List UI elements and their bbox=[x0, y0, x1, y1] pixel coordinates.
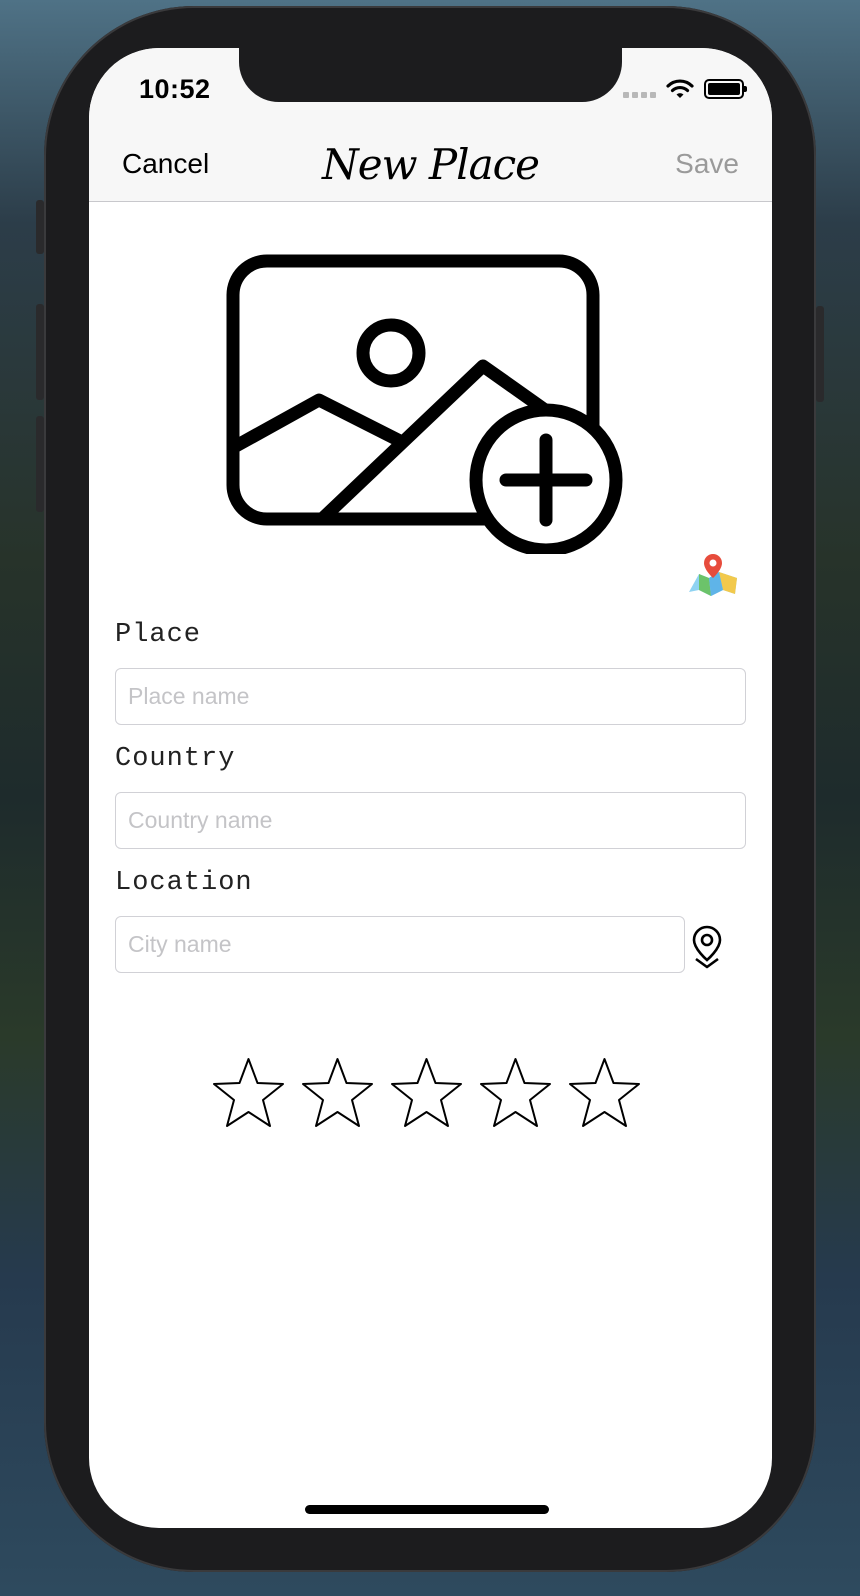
power-button bbox=[816, 306, 824, 402]
star-icon[interactable] bbox=[567, 1056, 642, 1131]
status-icons bbox=[623, 78, 747, 100]
place-name-input[interactable] bbox=[115, 668, 746, 725]
location-pin-button[interactable] bbox=[689, 924, 725, 970]
volume-up-button bbox=[36, 304, 44, 400]
star-icon[interactable] bbox=[300, 1056, 375, 1131]
location-pin-icon bbox=[692, 925, 722, 969]
country-name-input[interactable] bbox=[115, 792, 746, 849]
device-notch bbox=[239, 48, 622, 102]
battery-icon bbox=[704, 79, 747, 99]
status-time: 10:52 bbox=[139, 74, 211, 104]
mute-switch bbox=[36, 200, 44, 254]
navigation-bar: Cancel New Place Save bbox=[89, 128, 772, 202]
page-title: New Place bbox=[321, 140, 540, 189]
star-icon[interactable] bbox=[478, 1056, 553, 1131]
wifi-icon bbox=[666, 79, 694, 98]
image-picker[interactable] bbox=[226, 254, 636, 557]
volume-down-button bbox=[36, 416, 44, 512]
star-icon[interactable] bbox=[211, 1056, 286, 1131]
rating-control[interactable] bbox=[211, 1056, 642, 1131]
city-name-input[interactable] bbox=[115, 916, 685, 973]
add-photo-icon bbox=[226, 254, 623, 557]
map-icon bbox=[689, 554, 737, 596]
home-indicator[interactable] bbox=[305, 1505, 549, 1514]
save-button[interactable]: Save bbox=[675, 148, 739, 180]
cellular-signal-icon bbox=[623, 80, 656, 98]
star-icon[interactable] bbox=[389, 1056, 464, 1131]
map-button[interactable] bbox=[687, 548, 739, 600]
app-screen: 10:52 Cancel New Place Save Place Place … bbox=[89, 48, 772, 1528]
country-label: Country bbox=[115, 744, 236, 774]
place-label: Place bbox=[115, 620, 202, 650]
location-label: Location bbox=[115, 868, 253, 898]
